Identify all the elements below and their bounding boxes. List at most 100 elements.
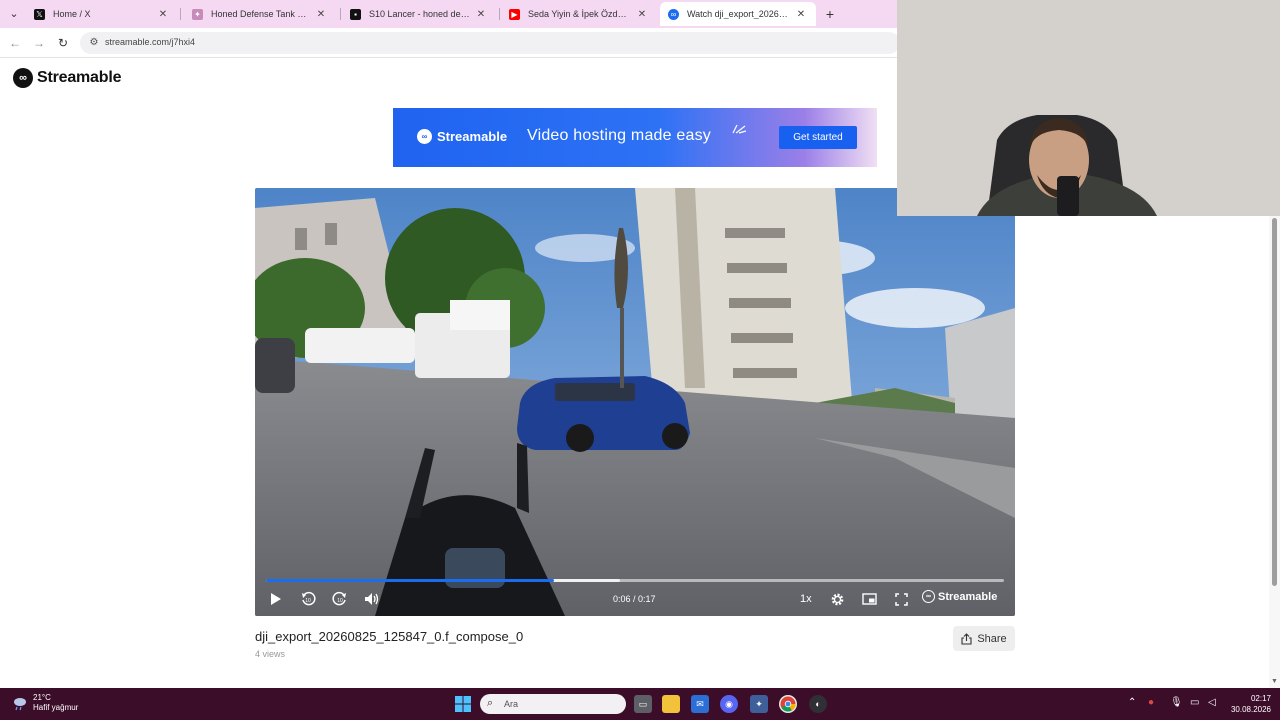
tab-close-icon[interactable]: ✕: [474, 9, 488, 20]
tab-title: S10 Lancer - honed defences | F: [369, 9, 470, 19]
clock-time: 02:17: [1250, 694, 1271, 703]
pip-button[interactable]: [859, 589, 879, 609]
svg-text:10: 10: [337, 598, 343, 604]
windows-logo-icon: [455, 696, 471, 712]
tab-streamable-active[interactable]: ∞ Watch dji_export_20260825_12 ✕: [660, 2, 816, 26]
taskbar: 21°C Hafif yağmur ⌕ Ara ▭ ✉ ◉ ✦ ◐ ⌃ ● 🎙 …: [0, 688, 1280, 720]
fullscreen-button[interactable]: [891, 589, 911, 609]
chrome-icon[interactable]: [779, 695, 797, 713]
settings-button[interactable]: [827, 589, 847, 609]
forward-icon[interactable]: →: [31, 35, 47, 51]
webcam-image: [897, 0, 1280, 216]
logo-text: Streamable: [37, 69, 122, 86]
new-tab-icon[interactable]: +: [822, 6, 838, 22]
share-icon: [961, 632, 972, 645]
discord-icon[interactable]: ◉: [720, 695, 738, 713]
streamable-logo[interactable]: ∞ Streamable: [13, 68, 121, 88]
chrome-logo-icon: [780, 696, 796, 712]
time-display: 0:06 / 0:17: [613, 594, 656, 604]
windows-start-icon[interactable]: [454, 695, 472, 713]
fullscreen-icon: [894, 592, 908, 606]
forward-10-icon: 10: [332, 591, 346, 606]
tab-title: Seda Yiyin & İpek Özdemir - Du: [528, 9, 631, 19]
tab-close-icon[interactable]: ✕: [314, 9, 328, 20]
network-icon[interactable]: ▭: [1190, 697, 1199, 708]
tab-home-x[interactable]: 𝕏 Home / X ✕: [26, 2, 178, 26]
webcam-overlay: [897, 0, 1280, 216]
play-button[interactable]: [266, 589, 286, 609]
taskbar-clock[interactable]: 02:17 30.08.2026: [1227, 693, 1271, 715]
tab-separator: [340, 8, 341, 20]
tab-honed-defense[interactable]: ✦ Honed Defense Tank — Shield ✕: [184, 2, 336, 26]
scroll-down-icon[interactable]: ▼: [1271, 678, 1278, 685]
app-icon[interactable]: ✦: [750, 695, 768, 713]
scroll-thumb[interactable]: [1272, 218, 1277, 586]
forward-button[interactable]: 10: [330, 589, 350, 609]
app-recording-icon[interactable]: ◐: [809, 695, 827, 713]
task-view-icon[interactable]: ▭: [634, 695, 652, 713]
gear-icon: [831, 593, 843, 605]
site-info-icon[interactable]: ⚙: [88, 37, 100, 49]
svg-text:10: 10: [305, 598, 311, 604]
x-logo-icon: 𝕏: [34, 8, 45, 20]
tab-separator: [499, 8, 500, 20]
tab-close-icon[interactable]: ✕: [635, 9, 649, 20]
file-explorer-icon[interactable]: [662, 695, 680, 713]
tray-app-icon[interactable]: ●: [1148, 697, 1154, 708]
share-button[interactable]: Share: [953, 626, 1015, 651]
microphone-icon[interactable]: 🎙: [1170, 697, 1183, 708]
banner-tagline: Video hosting made easy: [527, 127, 711, 144]
view-count: 4 views: [255, 649, 286, 659]
tray-chevron-icon[interactable]: ⌃: [1128, 697, 1136, 708]
playback-speed-button[interactable]: 1x: [800, 593, 812, 605]
page-scrollbar[interactable]: ▼: [1269, 216, 1280, 688]
tab-close-icon[interactable]: ✕: [794, 9, 808, 20]
get-started-button[interactable]: Get started: [779, 126, 857, 149]
sparkle-icon: [732, 124, 747, 134]
back-icon[interactable]: ←: [7, 35, 23, 51]
rewind-button[interactable]: 10: [298, 589, 318, 609]
player-controls: 10 10 0:06 / 0:17 1x ∞ Streamable: [255, 586, 1015, 612]
tab-title: Home / X: [53, 9, 91, 19]
streamable-watermark[interactable]: ∞ Streamable: [922, 590, 997, 603]
weather-temperature: 21°C: [33, 693, 51, 702]
tab-separator: [180, 8, 181, 20]
share-label: Share: [977, 632, 1007, 645]
lancer-icon: ▪: [350, 8, 361, 20]
taskbar-search[interactable]: ⌕ Ara: [480, 694, 626, 714]
rewind-10-icon: 10: [302, 591, 316, 606]
streamable-logo-icon: ∞: [922, 590, 935, 603]
tab-title: Honed Defense Tank — Shield: [211, 9, 310, 19]
tab-title: Watch dji_export_20260825_12: [687, 9, 790, 19]
streamable-icon: ∞: [668, 8, 679, 20]
youtube-icon: ▶: [509, 8, 520, 20]
progress-bar[interactable]: [266, 579, 1004, 582]
watermark-text: Streamable: [938, 590, 998, 603]
reload-icon[interactable]: ↻: [55, 35, 71, 51]
volume-button[interactable]: [362, 589, 382, 609]
volume-icon: [365, 593, 379, 605]
tab-search-icon[interactable]: ⌄: [6, 6, 22, 22]
tab-s10-lancer[interactable]: ▪ S10 Lancer - honed defences | F ✕: [342, 2, 496, 26]
banner-brand: Streamable: [437, 129, 508, 144]
promo-banner[interactable]: ∞ Streamable Video hosting made easy Get…: [393, 108, 877, 167]
clock-date: 30.08.2026: [1230, 705, 1271, 714]
search-icon: ⌕: [487, 697, 494, 709]
video-title: dji_export_20260825_125847_0.f_compose_0: [255, 629, 524, 644]
weather-widget[interactable]: 21°C Hafif yağmur: [12, 693, 78, 713]
video-player[interactable]: 10 10 0:06 / 0:17 1x ∞ Streamable: [255, 188, 1015, 616]
picture-in-picture-icon: [861, 593, 877, 605]
mail-icon[interactable]: ✉: [691, 695, 709, 713]
url-text[interactable]: streamable.com/j7hxi4: [105, 37, 195, 47]
played-fill: [266, 579, 554, 582]
speaker-icon[interactable]: ◁: [1208, 697, 1216, 708]
banner-logo: ∞ Streamable: [417, 129, 507, 144]
address-bar[interactable]: ⚙ streamable.com/j7hxi4: [80, 32, 900, 54]
rain-cloud-icon: [14, 698, 26, 711]
weather-description: Hafif yağmur: [33, 703, 79, 712]
search-placeholder: Ara: [504, 699, 519, 709]
streamable-logo-icon: ∞: [13, 68, 33, 88]
tab-close-icon[interactable]: ✕: [156, 9, 170, 20]
tab-youtube[interactable]: ▶ Seda Yiyin & İpek Özdemir - Du ✕: [501, 2, 657, 26]
shield-icon: ✦: [192, 8, 203, 20]
